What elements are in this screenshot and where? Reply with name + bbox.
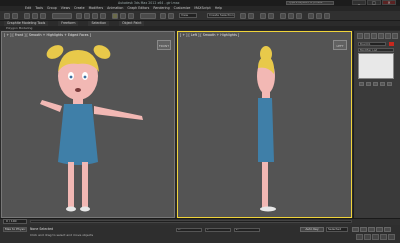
arm-left (40, 100, 62, 112)
mirror-icon[interactable] (240, 13, 246, 19)
rotate-icon[interactable] (120, 13, 126, 19)
dress-side (258, 98, 274, 162)
graphite-toggle-icon[interactable] (268, 13, 274, 19)
character-front-view (40, 45, 143, 212)
go-to-end-icon[interactable] (384, 227, 391, 232)
motion-tab-icon[interactable] (378, 33, 384, 39)
object-color-swatch[interactable] (389, 42, 394, 46)
shoe-side (260, 206, 276, 212)
pan-icon[interactable] (372, 234, 379, 240)
undo-icon[interactable] (4, 13, 10, 19)
material-editor-icon[interactable] (296, 13, 302, 19)
unlink-icon[interactable] (32, 13, 38, 19)
zoom-icon[interactable] (356, 234, 363, 240)
move-icon[interactable] (112, 13, 118, 19)
maxscript-listener[interactable]: Max to Physic (3, 227, 27, 232)
ribbon-panel-label[interactable]: Polygon Modeling (6, 26, 32, 30)
select-object-icon[interactable] (76, 13, 82, 19)
rendered-frame-window-icon[interactable] (316, 13, 322, 19)
utilities-tab-icon[interactable] (392, 33, 398, 39)
dress (58, 104, 98, 165)
minimize-button[interactable]: _ (352, 0, 366, 5)
display-tab-icon[interactable] (385, 33, 391, 39)
play-icon[interactable] (368, 227, 375, 232)
selection-status: None Selected (30, 227, 54, 231)
rectangular-selection-icon[interactable] (92, 13, 98, 19)
curve-editor-icon[interactable] (280, 13, 286, 19)
hierarchy-tab-icon[interactable] (371, 33, 377, 39)
shoe-right (80, 206, 90, 212)
mouth (75, 88, 81, 92)
create-tab-icon[interactable] (357, 33, 363, 39)
zoom-all-icon[interactable] (364, 234, 371, 240)
render-setup-icon[interactable] (308, 13, 314, 19)
align-icon[interactable] (248, 13, 254, 19)
next-frame-icon[interactable] (376, 227, 383, 232)
object-name-field[interactable]: Box001 (358, 42, 386, 46)
scale-icon[interactable] (128, 13, 134, 19)
selection-set-dropdown[interactable]: Create Selection Set (207, 13, 235, 18)
leg-left (68, 162, 74, 208)
character-side-view (257, 46, 276, 212)
maximize-viewport-icon[interactable] (388, 234, 395, 240)
auto-key-button[interactable]: Auto Key (300, 227, 324, 232)
show-end-result-icon[interactable] (366, 82, 371, 86)
previous-frame-icon[interactable] (360, 227, 367, 232)
prompt-line: Click and drag to select and move object… (30, 233, 94, 237)
selection-filter-dropdown[interactable] (52, 13, 72, 19)
make-unique-icon[interactable] (373, 82, 378, 86)
select-by-name-icon[interactable] (84, 13, 90, 19)
search-input[interactable]: Type a keyword or phrase (286, 1, 334, 5)
viewport-front[interactable]: [ + ] [ Front ] [ Smooth + Highlights + … (1, 31, 175, 218)
modifier-list-dropdown[interactable]: Modifier List (358, 48, 394, 52)
maximize-button[interactable]: □ (367, 0, 381, 5)
key-filter-dropdown[interactable]: Selected (326, 227, 348, 232)
configure-sets-icon[interactable] (387, 82, 392, 86)
viewport-left[interactable]: [ + ] [ Left ] [ Smooth + Highlights ] L… (177, 31, 352, 218)
x-coordinate-field[interactable]: X: (176, 228, 202, 232)
render-teapot-icon[interactable] (324, 13, 330, 19)
schematic-view-icon[interactable] (288, 13, 294, 19)
time-slider[interactable]: 0 / 100 (3, 219, 27, 224)
pupil-right (83, 75, 87, 79)
pivot-center-icon[interactable] (160, 13, 166, 19)
link-icon[interactable] (24, 13, 30, 19)
shoe-left (66, 206, 76, 212)
bind-space-warp-icon[interactable] (40, 13, 46, 19)
orbit-icon[interactable] (380, 234, 387, 240)
main-toolbar (0, 11, 400, 21)
leg-side (262, 162, 268, 208)
manipulate-icon[interactable] (168, 13, 174, 19)
redo-icon[interactable] (12, 13, 18, 19)
z-coordinate-field[interactable]: Z: (234, 228, 260, 232)
arm-right (94, 106, 143, 120)
modifier-stack[interactable] (358, 53, 394, 79)
pin-stack-icon[interactable] (359, 82, 364, 86)
modify-tab-icon[interactable] (364, 33, 370, 39)
ribbon-panel: Polygon Modeling (0, 26, 400, 30)
remove-modifier-icon[interactable] (380, 82, 385, 86)
pupil-left (69, 75, 73, 79)
reference-coordinate-dropdown[interactable] (140, 13, 156, 19)
y-coordinate-field[interactable]: Y: (205, 228, 231, 232)
layer-manager-icon[interactable] (260, 13, 266, 19)
track-bar[interactable] (30, 220, 352, 223)
close-button[interactable]: ✕ (382, 0, 396, 5)
go-to-start-icon[interactable] (352, 227, 359, 232)
view-dropdown[interactable]: View (179, 13, 197, 18)
leg-right (82, 162, 88, 208)
window-crossing-icon[interactable] (100, 13, 106, 19)
